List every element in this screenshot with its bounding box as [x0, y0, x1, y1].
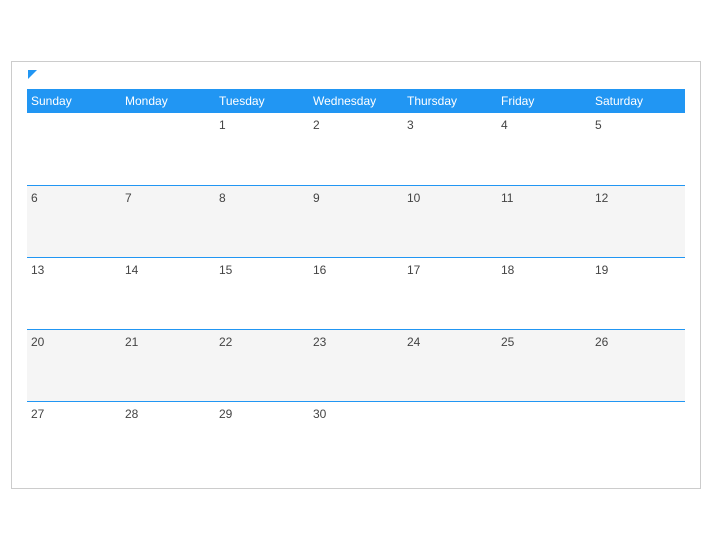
weekday-header-sunday: Sunday [27, 89, 121, 113]
calendar-cell: 17 [403, 257, 497, 329]
day-number: 11 [501, 191, 513, 205]
day-number: 10 [407, 191, 420, 205]
day-number: 22 [219, 335, 232, 349]
calendar-cell: 15 [215, 257, 309, 329]
day-number: 17 [407, 263, 420, 277]
day-number: 29 [219, 407, 232, 421]
day-number: 23 [313, 335, 326, 349]
calendar-cell: 27 [27, 401, 121, 473]
day-number: 13 [31, 263, 44, 277]
calendar-cell: 22 [215, 329, 309, 401]
calendar-cell: 1 [215, 113, 309, 185]
day-number: 28 [125, 407, 138, 421]
calendar-grid: SundayMondayTuesdayWednesdayThursdayFrid… [27, 89, 685, 473]
day-number: 24 [407, 335, 420, 349]
calendar-cell: 20 [27, 329, 121, 401]
calendar-cell: 8 [215, 185, 309, 257]
week-row-4: 27 28 29 30 [27, 401, 685, 473]
week-row-0: 1 2 3 4 5 [27, 113, 685, 185]
calendar-cell: 28 [121, 401, 215, 473]
calendar-cell: 23 [309, 329, 403, 401]
calendar-header [27, 72, 685, 79]
calendar-cell [403, 401, 497, 473]
calendar-cell: 29 [215, 401, 309, 473]
calendar-cell: 16 [309, 257, 403, 329]
day-number: 9 [313, 191, 320, 205]
weekday-header-wednesday: Wednesday [309, 89, 403, 113]
weekday-header-thursday: Thursday [403, 89, 497, 113]
calendar-cell: 10 [403, 185, 497, 257]
calendar-cell: 6 [27, 185, 121, 257]
day-number: 1 [219, 118, 226, 132]
calendar-cell: 30 [309, 401, 403, 473]
calendar-cell: 12 [591, 185, 685, 257]
day-number: 7 [125, 191, 132, 205]
calendar-cell: 13 [27, 257, 121, 329]
day-number: 15 [219, 263, 232, 277]
day-number: 8 [219, 191, 226, 205]
calendar-cell [121, 113, 215, 185]
calendar-cell: 25 [497, 329, 591, 401]
calendar-cell: 14 [121, 257, 215, 329]
weekday-header-monday: Monday [121, 89, 215, 113]
weekday-header-saturday: Saturday [591, 89, 685, 113]
day-number: 18 [501, 263, 514, 277]
calendar-cell: 11 [497, 185, 591, 257]
calendar-cell: 7 [121, 185, 215, 257]
weekday-header-tuesday: Tuesday [215, 89, 309, 113]
day-number: 4 [501, 118, 508, 132]
day-number: 19 [595, 263, 608, 277]
calendar-cell: 4 [497, 113, 591, 185]
day-number: 25 [501, 335, 514, 349]
calendar-container: SundayMondayTuesdayWednesdayThursdayFrid… [11, 61, 701, 489]
calendar-cell: 21 [121, 329, 215, 401]
calendar-cell: 5 [591, 113, 685, 185]
calendar-cell [497, 401, 591, 473]
day-number: 21 [125, 335, 138, 349]
day-number: 14 [125, 263, 138, 277]
calendar-cell: 26 [591, 329, 685, 401]
day-number: 20 [31, 335, 44, 349]
day-number: 2 [313, 118, 320, 132]
calendar-cell: 24 [403, 329, 497, 401]
weekday-header-row: SundayMondayTuesdayWednesdayThursdayFrid… [27, 89, 685, 113]
week-row-1: 6 7 8 9 10 11 12 [27, 185, 685, 257]
week-row-2: 13 14 15 16 17 18 19 [27, 257, 685, 329]
calendar-cell [591, 401, 685, 473]
day-number: 30 [313, 407, 326, 421]
calendar-cell: 3 [403, 113, 497, 185]
logo-area [27, 72, 37, 79]
calendar-cell: 9 [309, 185, 403, 257]
day-number: 3 [407, 118, 414, 132]
day-number: 12 [595, 191, 608, 205]
calendar-cell: 19 [591, 257, 685, 329]
day-number: 26 [595, 335, 608, 349]
week-row-3: 20 21 22 23 24 25 26 [27, 329, 685, 401]
calendar-cell: 2 [309, 113, 403, 185]
day-number: 16 [313, 263, 326, 277]
day-number: 27 [31, 407, 44, 421]
day-number: 5 [595, 118, 602, 132]
calendar-cell [27, 113, 121, 185]
calendar-cell: 18 [497, 257, 591, 329]
weekday-header-friday: Friday [497, 89, 591, 113]
day-number: 6 [31, 191, 38, 205]
